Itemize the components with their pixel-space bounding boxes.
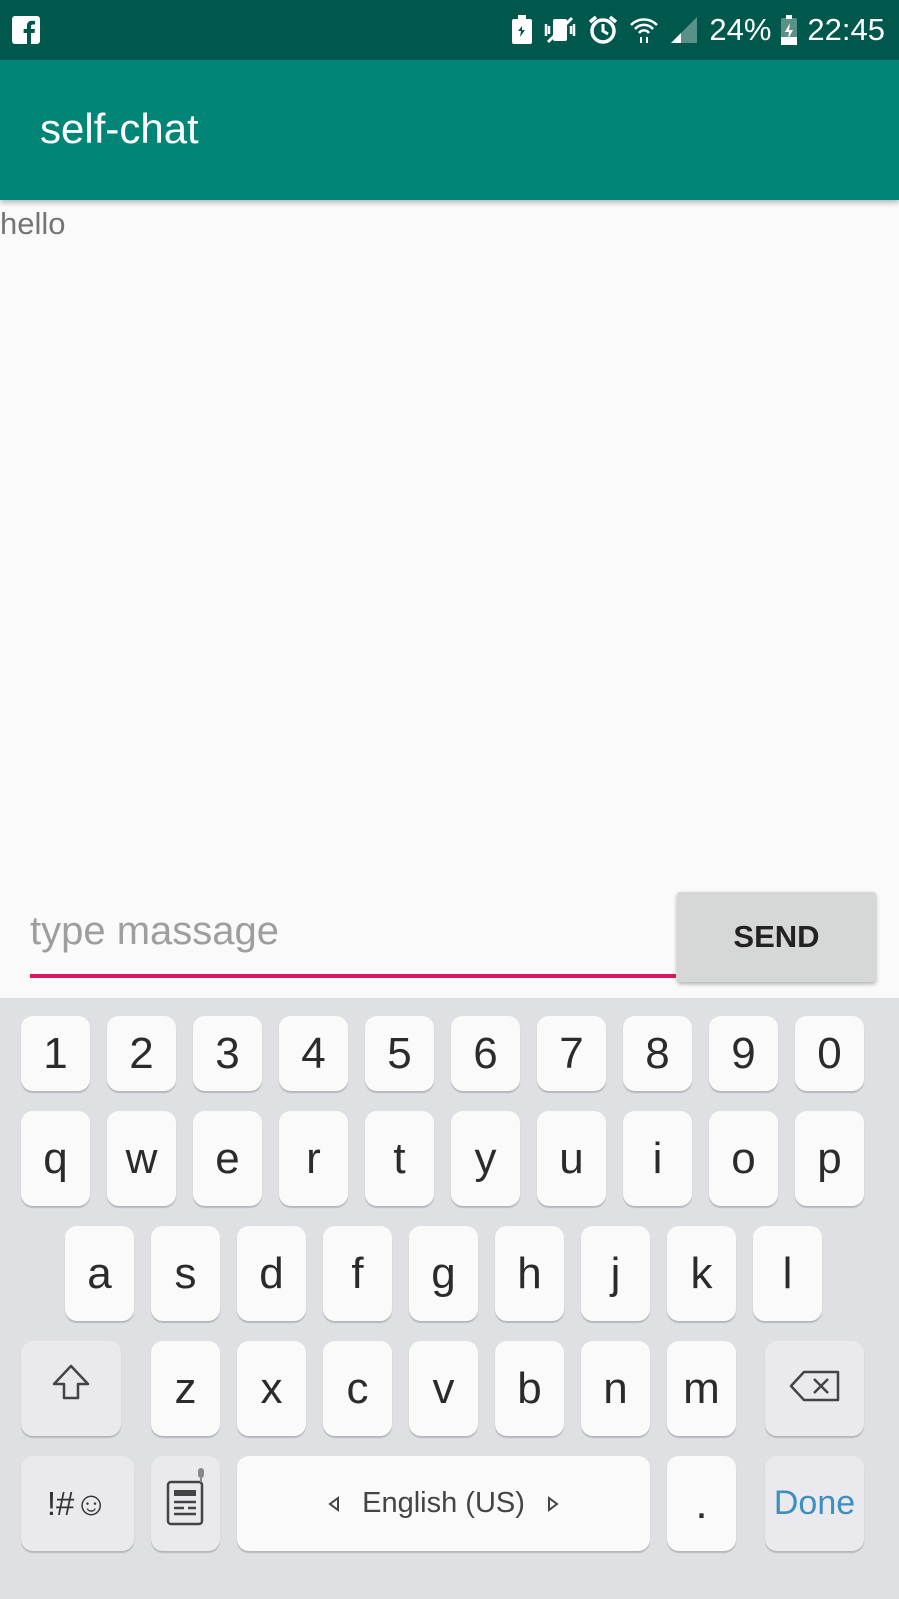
key-p[interactable]: p	[795, 1111, 864, 1206]
space-language-label: English (US)	[362, 1487, 525, 1519]
chat-area[interactable]: hello	[0, 200, 899, 880]
key-0[interactable]: 0	[795, 1016, 864, 1091]
key-c[interactable]: c	[323, 1341, 392, 1436]
key-8[interactable]: 8	[623, 1016, 692, 1091]
key-5[interactable]: 5	[365, 1016, 434, 1091]
key-u[interactable]: u	[537, 1111, 606, 1206]
input-underline	[30, 974, 676, 978]
period-key[interactable]: .	[667, 1456, 736, 1551]
key-k[interactable]: k	[667, 1226, 736, 1321]
key-v[interactable]: v	[409, 1341, 478, 1436]
clipboard-key[interactable]	[151, 1456, 220, 1551]
key-m[interactable]: m	[667, 1341, 736, 1436]
key-d[interactable]: d	[237, 1226, 306, 1321]
key-a[interactable]: a	[65, 1226, 134, 1321]
key-1[interactable]: 1	[21, 1016, 90, 1091]
key-q[interactable]: q	[21, 1111, 90, 1206]
done-key[interactable]: Done	[765, 1456, 864, 1551]
key-z[interactable]: z	[151, 1341, 220, 1436]
message-input-wrapper	[30, 890, 676, 980]
key-x[interactable]: x	[237, 1341, 306, 1436]
soft-keyboard: 1 2 3 4 5 6 7 8 9 0 q w e r t y u i o p …	[0, 998, 899, 1599]
key-r[interactable]: r	[279, 1111, 348, 1206]
backspace-icon	[788, 1364, 842, 1414]
clipboard-icon	[164, 1468, 208, 1539]
message-input[interactable]	[30, 890, 676, 980]
key-e[interactable]: e	[193, 1111, 262, 1206]
symbols-key[interactable]: !#☺	[21, 1456, 134, 1551]
app-bar: self-chat	[0, 60, 899, 200]
key-7[interactable]: 7	[537, 1016, 606, 1091]
key-t[interactable]: t	[365, 1111, 434, 1206]
key-f[interactable]: f	[323, 1226, 392, 1321]
clock: 22:45	[807, 12, 885, 47]
vibrate-icon	[543, 15, 577, 45]
key-2[interactable]: 2	[107, 1016, 176, 1091]
shift-key[interactable]	[21, 1341, 121, 1436]
language-left-icon	[328, 1487, 340, 1520]
key-n[interactable]: n	[581, 1341, 650, 1436]
key-6[interactable]: 6	[451, 1016, 520, 1091]
space-key[interactable]: English (US)	[237, 1456, 650, 1551]
key-y[interactable]: y	[451, 1111, 520, 1206]
app-title: self-chat	[40, 105, 199, 152]
backspace-key[interactable]	[765, 1341, 864, 1436]
key-w[interactable]: w	[107, 1111, 176, 1206]
key-o[interactable]: o	[709, 1111, 778, 1206]
signal-icon	[669, 15, 699, 45]
key-l[interactable]: l	[753, 1226, 822, 1321]
chat-message: hello	[0, 206, 66, 241]
wifi-icon	[629, 15, 659, 45]
key-3[interactable]: 3	[193, 1016, 262, 1091]
key-i[interactable]: i	[623, 1111, 692, 1206]
key-j[interactable]: j	[581, 1226, 650, 1321]
send-button[interactable]: SEND	[677, 892, 876, 982]
shift-icon	[50, 1362, 92, 1415]
key-g[interactable]: g	[409, 1226, 478, 1321]
facebook-icon	[12, 16, 40, 44]
key-h[interactable]: h	[495, 1226, 564, 1321]
language-right-icon	[547, 1487, 559, 1520]
key-9[interactable]: 9	[709, 1016, 778, 1091]
battery-percent: 24%	[709, 12, 772, 47]
key-s[interactable]: s	[151, 1226, 220, 1321]
alarm-icon	[587, 14, 619, 46]
key-4[interactable]: 4	[279, 1016, 348, 1091]
battery-icon	[781, 15, 798, 45]
status-bar: 24% 22:45	[0, 0, 899, 60]
battery-saver-icon	[511, 15, 533, 45]
key-b[interactable]: b	[495, 1341, 564, 1436]
